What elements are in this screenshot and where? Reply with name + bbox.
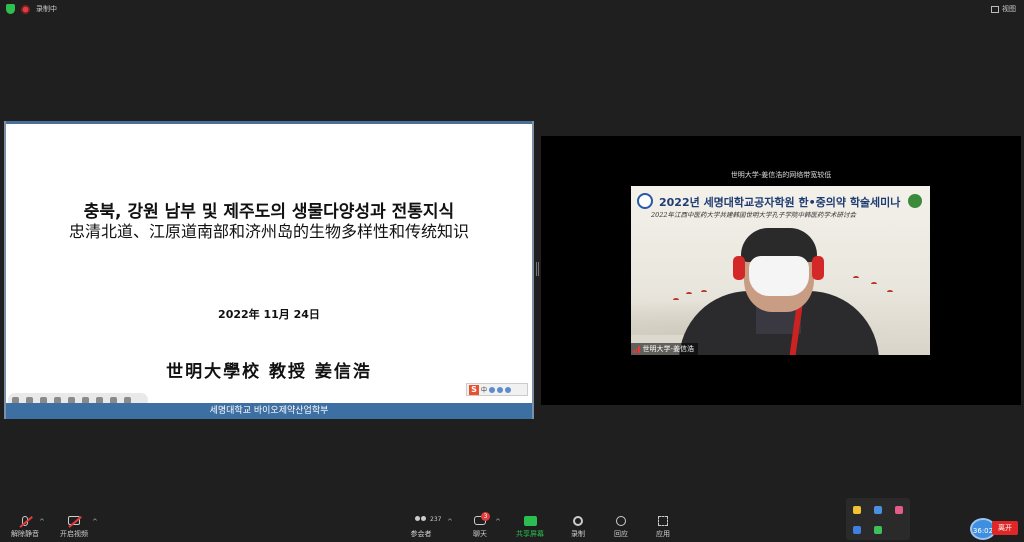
reactions-button[interactable]: 回应 (611, 516, 631, 539)
share-label: 共享屏幕 (516, 530, 544, 538)
university-logo-icon (637, 193, 653, 209)
participants-count: 237 (430, 516, 442, 523)
video-label: 开启视频 (60, 530, 88, 538)
ime-punct-icon (489, 386, 496, 393)
institute-logo-icon (908, 194, 922, 208)
ime-mode-label: 中 (481, 387, 488, 394)
app-wechat-icon[interactable] (874, 526, 882, 534)
camera-off-icon (67, 516, 82, 528)
start-video-button[interactable]: 开启视频 (58, 516, 90, 539)
share-screen-icon (523, 516, 537, 527)
banner-title-chinese: 2022年江西中医药大学共建韩国世明大学孔子学院中韩医药学术研讨会 (651, 211, 857, 219)
record-label: 录制 (571, 530, 585, 538)
chat-label: 聊天 (473, 530, 487, 538)
apps-icon (656, 516, 670, 527)
ime-toolbar[interactable]: S 中 (466, 383, 528, 396)
slide-top-border (6, 121, 532, 124)
ime-keyboard-icon (505, 386, 512, 393)
app-notes-icon[interactable] (853, 506, 861, 514)
panel-splitter-handle[interactable] (536, 262, 539, 276)
video-options-chevron-icon[interactable]: ^ (92, 518, 98, 526)
slide-footer: 세명대학교 바이오제약산업학부 (6, 403, 532, 419)
bird-decoration (673, 298, 679, 302)
audio-options-chevron-icon[interactable]: ^ (39, 518, 45, 526)
app-meeting-icon[interactable] (853, 526, 861, 534)
slide-date: 2022年 11月 24日 (218, 308, 320, 321)
sogou-ime-icon: S (469, 384, 479, 395)
view-button[interactable]: 视图 (991, 4, 1016, 14)
participant-name: 世明大学-姜信浩 (642, 345, 695, 353)
bird-decoration (701, 290, 707, 294)
bird-decoration (887, 290, 893, 294)
chat-unread-badge: 3 (481, 512, 490, 521)
slide-title-chinese: 忠清北道、江原道南部和济州岛的生物多样性和传统知识 (68, 222, 469, 241)
participant-name-tag: 世明大学-姜信浩 (631, 343, 699, 355)
share-screen-button[interactable]: 共享屏幕 (514, 516, 546, 539)
apps-popup (846, 498, 910, 540)
reactions-label: 回应 (614, 530, 628, 538)
security-shield-icon[interactable] (6, 4, 15, 14)
reaction-icon (614, 516, 628, 527)
bird-decoration (853, 276, 859, 280)
bird-decoration (871, 282, 877, 286)
record-icon (571, 516, 585, 527)
headphone-right (812, 256, 824, 280)
apps-button[interactable]: 应用 (653, 516, 673, 539)
app-polls-icon[interactable] (895, 506, 903, 514)
ime-emoji-icon (497, 386, 504, 393)
speaker-video[interactable]: 2022년 세명대학교공자학원 한•중의약 학술세미나 2022年江西中医药大学… (631, 186, 930, 355)
chat-icon: 3 (473, 512, 490, 527)
slide-author: 世明大學校 教授 姜信浩 (166, 362, 372, 382)
participants-icon (414, 516, 428, 527)
app-whiteboard-icon[interactable] (874, 506, 882, 514)
banner-title-korean: 2022년 세명대학교공자학원 한•중의약 학술세미나 (659, 196, 901, 209)
mute-button[interactable]: 解除静音 (10, 516, 40, 539)
face-mask (749, 256, 809, 296)
leave-button[interactable]: 离开 (992, 521, 1018, 535)
participants-label: 参会者 (410, 530, 432, 538)
shared-screen: 충북, 강원 남부 및 제주도의 생물다양성과 전통지식 忠清北道、江原道南部和… (4, 121, 534, 419)
grid-view-icon (991, 5, 999, 13)
chat-button[interactable]: 3 聊天 (468, 512, 492, 539)
speaker-video-panel: 世明大学-姜信浩的网络带宽较低 2022년 세명대학교공자학원 한•중의약 학술… (541, 136, 1021, 405)
recording-icon (21, 4, 30, 14)
view-label: 视图 (1002, 5, 1016, 13)
recording-label: 录制中 (36, 5, 57, 13)
bird-decoration (686, 292, 692, 296)
chat-chevron-icon[interactable]: ^ (495, 518, 501, 526)
network-warning: 世明大学-姜信浩的网络带宽较低 (730, 171, 832, 179)
participants-chevron-icon[interactable]: ^ (447, 518, 453, 526)
headphone-left (733, 256, 745, 280)
top-left-status: 录制中 (6, 4, 57, 14)
weak-signal-icon (633, 345, 640, 353)
top-bar: 录制中 视图 (0, 0, 1024, 20)
microphone-muted-icon (18, 516, 33, 528)
record-button[interactable]: 录制 (568, 516, 588, 539)
apps-label: 应用 (656, 530, 670, 538)
mute-label: 解除静音 (11, 530, 39, 538)
